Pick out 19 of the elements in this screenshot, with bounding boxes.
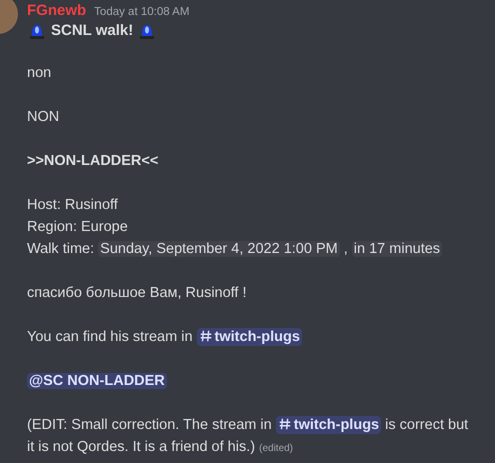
hash-icon xyxy=(198,329,213,343)
message-text: non xyxy=(27,64,52,83)
message-text: Host: Rusinoff xyxy=(27,196,119,215)
message-text: NON xyxy=(27,108,60,127)
timestamp-chip: in 17 minutes xyxy=(352,241,442,257)
edited-label: (edited) xyxy=(259,443,294,454)
message-text: Walk time: Sunday, September 4, 2022 1:00 PM , in 17 minutes xyxy=(27,240,444,259)
role-mention[interactable]: @SC NON-LADDER xyxy=(27,373,167,389)
message-text: You can find his stream in twitch-plugs xyxy=(27,327,303,348)
message-text: >>NON-LADDER<< xyxy=(27,152,160,171)
message-title: SCNL walk! xyxy=(51,20,134,41)
timestamp-chip: Sunday, September 4, 2022 1:00 PM xyxy=(98,241,340,257)
message-text: спасибо большое Вам, Rusinoff ! xyxy=(27,284,248,303)
hash-icon xyxy=(278,417,292,431)
channel-link[interactable]: twitch-plugs xyxy=(196,328,302,346)
message-text: (EDIT: Small correction. The stream in twitch-plugs is correct but it is not Qordes. It is a friend of his.) (edited) xyxy=(27,415,470,457)
message-text: Region: Europe xyxy=(27,218,129,237)
message-time: Today at 10:08 AM xyxy=(94,5,190,20)
channel-link[interactable]: twitch-plugs xyxy=(276,416,382,434)
